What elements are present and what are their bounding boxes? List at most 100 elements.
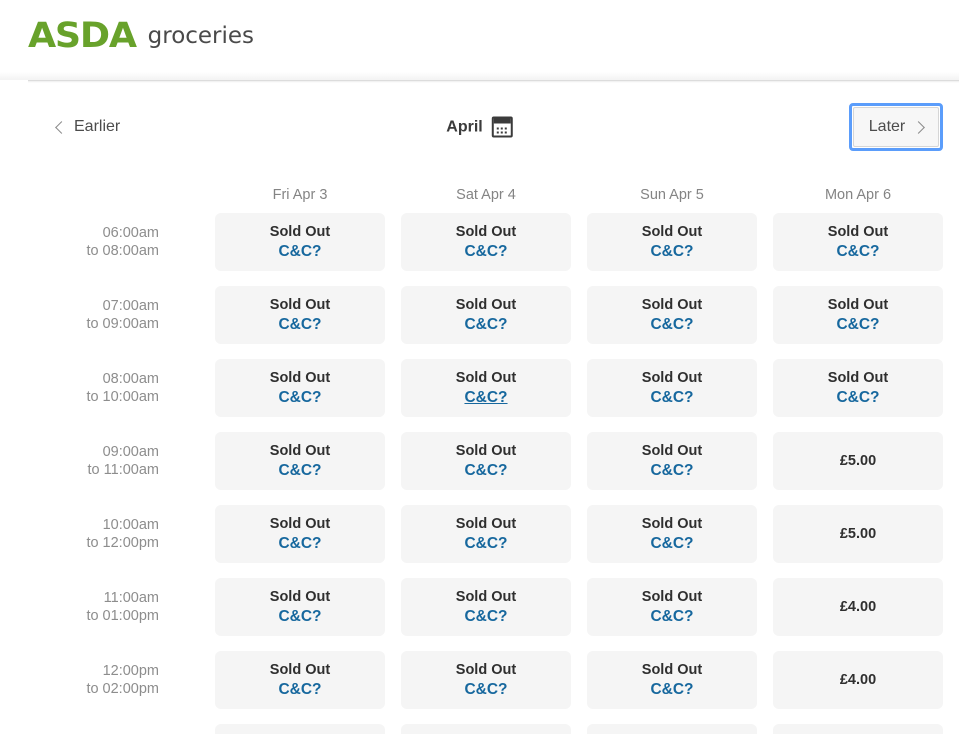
click-and-collect-link[interactable]: C&C? <box>650 680 693 699</box>
slot-cell-sold-out[interactable]: Sold Out C&C? <box>587 359 757 417</box>
asda-logo: ASDA <box>28 15 137 56</box>
slot-cell-sold-out[interactable]: Sold Out C&C? <box>215 286 385 344</box>
click-and-collect-link[interactable]: C&C? <box>836 315 879 334</box>
day-header: Mon Apr 6 <box>824 187 892 203</box>
slot-cell-empty[interactable] <box>587 724 757 734</box>
slot-cell-sold-out[interactable]: Sold Out C&C? <box>215 359 385 417</box>
slot-status-label: Sold Out <box>641 297 703 313</box>
click-and-collect-link[interactable]: C&C? <box>278 607 321 626</box>
click-and-collect-link[interactable]: C&C? <box>464 388 507 407</box>
slot-cell-empty[interactable] <box>401 724 571 734</box>
slot-grid: Fri Apr 3 Sat Apr 4 Sun Apr 5 Mon Apr 6 … <box>0 183 959 734</box>
slot-status-label: Sold Out <box>641 370 703 386</box>
click-and-collect-link[interactable]: C&C? <box>464 607 507 626</box>
slot-cell-available[interactable]: £5.00 <box>773 505 943 563</box>
slot-status-label: Sold Out <box>827 297 889 313</box>
slot-cell-sold-out[interactable]: Sold Out C&C? <box>401 286 571 344</box>
click-and-collect-link[interactable]: C&C? <box>278 388 321 407</box>
slot-cell-empty[interactable] <box>215 724 385 734</box>
click-and-collect-link[interactable]: C&C? <box>278 315 321 334</box>
header-gradient <box>0 72 959 80</box>
slot-status-label: Sold Out <box>455 297 517 313</box>
chevron-right-icon <box>912 120 926 134</box>
slot-cell-sold-out[interactable]: Sold Out C&C? <box>401 213 571 271</box>
slot-cell-sold-out[interactable]: Sold Out C&C? <box>773 213 943 271</box>
slot-status-label: Sold Out <box>641 443 703 459</box>
slot-status-label: Sold Out <box>269 370 331 386</box>
slot-cell-sold-out[interactable]: Sold Out C&C? <box>401 432 571 490</box>
click-and-collect-link[interactable]: C&C? <box>650 388 693 407</box>
month-indicator: April <box>446 116 513 138</box>
slot-time-label: 10:00am to 12:00pm <box>86 517 159 551</box>
slot-row: 07:00am to 09:00am Sold Out C&C? Sold Out C&… <box>0 286 943 344</box>
click-and-collect-link[interactable]: C&C? <box>464 461 507 480</box>
later-button[interactable]: Later <box>853 107 939 147</box>
slot-cell-sold-out[interactable]: Sold Out C&C? <box>215 432 385 490</box>
click-and-collect-link[interactable]: C&C? <box>464 680 507 699</box>
slot-row: 06:00am to 08:00am Sold Out C&C? Sold Out C&… <box>0 213 943 271</box>
day-header: Sat Apr 4 <box>456 187 516 203</box>
slot-price: £4.00 <box>839 599 877 615</box>
slot-time-label: 08:00am to 10:00am <box>86 371 159 405</box>
slot-status-label: Sold Out <box>455 224 517 240</box>
slot-cell-sold-out[interactable]: Sold Out C&C? <box>215 505 385 563</box>
click-and-collect-link[interactable]: C&C? <box>836 388 879 407</box>
day-header: Sun Apr 5 <box>640 187 704 203</box>
slot-cell-available[interactable]: £4.00 <box>773 578 943 636</box>
slot-status-label: Sold Out <box>269 516 331 532</box>
brand-subtitle: groceries <box>147 22 255 49</box>
click-and-collect-link[interactable]: C&C? <box>836 242 879 261</box>
slot-cell-sold-out[interactable]: Sold Out C&C? <box>773 286 943 344</box>
slot-status-label: Sold Out <box>641 589 703 605</box>
slot-cell-sold-out[interactable]: Sold Out C&C? <box>773 359 943 417</box>
slot-status-label: Sold Out <box>827 370 889 386</box>
brand-header: ASDA groceries <box>0 0 959 72</box>
slot-cell-sold-out[interactable]: Sold Out C&C? <box>215 213 385 271</box>
click-and-collect-link[interactable]: C&C? <box>464 315 507 334</box>
click-and-collect-link[interactable]: C&C? <box>650 315 693 334</box>
slot-cell-sold-out[interactable]: Sold Out C&C? <box>587 432 757 490</box>
slot-time-label: 11:00am to 01:00pm <box>86 590 159 624</box>
day-header-spacer <box>16 183 199 213</box>
slot-cell-empty[interactable] <box>773 724 943 734</box>
slot-cell-available[interactable]: £4.00 <box>773 651 943 709</box>
slot-cell-sold-out[interactable]: Sold Out C&C? <box>587 578 757 636</box>
slot-cell-sold-out[interactable]: Sold Out C&C? <box>401 578 571 636</box>
click-and-collect-link[interactable]: C&C? <box>278 242 321 261</box>
click-and-collect-link[interactable]: C&C? <box>650 534 693 553</box>
slot-cell-sold-out[interactable]: Sold Out C&C? <box>215 578 385 636</box>
click-and-collect-link[interactable]: C&C? <box>650 242 693 261</box>
slot-status-label: Sold Out <box>641 662 703 678</box>
slot-status-label: Sold Out <box>269 224 331 240</box>
slot-cell-sold-out[interactable]: Sold Out C&C? <box>587 286 757 344</box>
click-and-collect-link[interactable]: C&C? <box>278 534 321 553</box>
click-and-collect-link[interactable]: C&C? <box>278 461 321 480</box>
slot-cell-sold-out[interactable]: Sold Out C&C? <box>401 651 571 709</box>
slot-cell-available[interactable]: £5.00 <box>773 432 943 490</box>
click-and-collect-link[interactable]: C&C? <box>650 607 693 626</box>
slot-price: £4.00 <box>839 672 877 688</box>
slot-navigation-bar: Earlier April Later <box>0 83 959 171</box>
month-label: April <box>446 118 483 135</box>
slot-cell-sold-out[interactable]: Sold Out C&C? <box>401 359 571 417</box>
slot-row <box>0 724 943 734</box>
slot-row: 12:00pm to 02:00pm Sold Out C&C? Sold Out C&… <box>0 651 943 709</box>
calendar-icon-dots <box>496 127 509 134</box>
slot-status-label: Sold Out <box>269 443 331 459</box>
click-and-collect-link[interactable]: C&C? <box>650 461 693 480</box>
slot-row: 08:00am to 10:00am Sold Out C&C? Sold Out C&… <box>0 359 943 417</box>
slot-status-label: Sold Out <box>269 589 331 605</box>
slot-cell-sold-out[interactable]: Sold Out C&C? <box>587 505 757 563</box>
click-and-collect-link[interactable]: C&C? <box>278 680 321 699</box>
calendar-icon[interactable] <box>491 116 513 138</box>
slot-status-label: Sold Out <box>455 370 517 386</box>
click-and-collect-link[interactable]: C&C? <box>464 534 507 553</box>
earlier-button[interactable]: Earlier <box>55 114 122 140</box>
slot-cell-sold-out[interactable]: Sold Out C&C? <box>587 651 757 709</box>
slot-cell-sold-out[interactable]: Sold Out C&C? <box>215 651 385 709</box>
slot-cell-sold-out[interactable]: Sold Out C&C? <box>587 213 757 271</box>
slot-cell-sold-out[interactable]: Sold Out C&C? <box>401 505 571 563</box>
click-and-collect-link[interactable]: C&C? <box>464 242 507 261</box>
slot-status-label: Sold Out <box>455 516 517 532</box>
slot-rows-container: 06:00am to 08:00am Sold Out C&C? Sold Out C&… <box>0 213 943 734</box>
